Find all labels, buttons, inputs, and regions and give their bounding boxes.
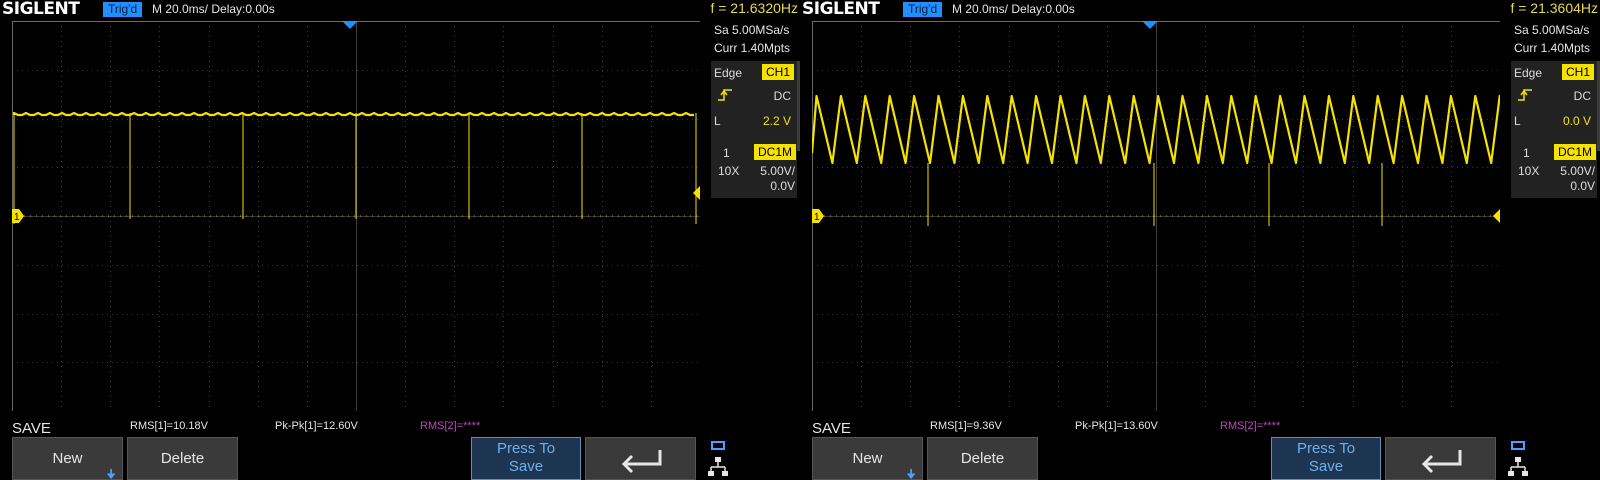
probe-attenuation: 10X <box>1518 164 1540 178</box>
delete-button[interactable]: Delete <box>127 437 238 480</box>
vertical-scale: 5.00V/ <box>760 164 795 178</box>
vertical-offset: 0.0V <box>770 179 795 193</box>
memory-depth: Curr 1.40Mpts <box>714 41 791 55</box>
press-to-save-line1: Press To <box>496 440 556 457</box>
brand-logo: SIGLENT <box>2 0 80 19</box>
trigger-coupling: DC <box>773 89 791 103</box>
trigger-level: 2.2 V <box>762 114 791 128</box>
measurement-rms2: RMS[2]=**** <box>1220 420 1281 432</box>
channel-panel[interactable]: 1 DC1M 10X 5.00V/ 0.0V <box>711 142 797 198</box>
graticule <box>812 21 1500 411</box>
return-button[interactable] <box>1385 437 1496 480</box>
new-button[interactable]: New 🠋 <box>812 437 923 480</box>
return-arrow-icon <box>621 450 661 474</box>
sample-rate: Sa 5.00MSa/s <box>714 23 790 37</box>
measurement-rms1: RMS[1]=10.18V <box>130 420 208 432</box>
new-button-label: New <box>852 450 883 467</box>
new-button-label: New <box>52 450 83 467</box>
trigger-level: 0.0 V <box>1562 114 1591 128</box>
press-to-save-line2: Save <box>1308 458 1344 475</box>
channel-coupling-badge: DC1M <box>753 144 796 160</box>
arrow-down-icon: 🠋 <box>106 467 116 480</box>
press-to-save-line2: Save <box>508 458 544 475</box>
trigger-coupling: DC <box>1573 89 1591 103</box>
timebase-readout: M 20.0ms/ Delay:0.00s <box>952 2 1075 16</box>
delete-button[interactable]: Delete <box>927 437 1038 480</box>
scope-left: SIGLENT Trig'd M 20.0ms/ Delay:0.00s f =… <box>0 0 800 480</box>
waveform-spikes <box>129 113 583 219</box>
press-to-save-button[interactable]: Press To Save <box>471 437 581 480</box>
trigger-status-badge: Trig'd <box>903 2 943 17</box>
channel-ground-label: 1 <box>14 212 20 223</box>
trigger-position-marker <box>1142 21 1158 29</box>
memory-depth: Curr 1.40Mpts <box>1514 41 1591 55</box>
timebase-readout: M 20.0ms/ Delay:0.00s <box>152 2 275 16</box>
rising-edge-icon <box>717 88 733 105</box>
arrow-down-icon: 🠋 <box>906 467 916 480</box>
press-to-save-button[interactable]: Press To Save <box>1271 437 1381 480</box>
trigger-source-badge: CH1 <box>761 64 794 80</box>
measurement-rms2: RMS[2]=**** <box>420 420 481 432</box>
measurement-pkpk1: Pk-Pk[1]=12.60V <box>275 420 358 432</box>
trigger-status-badge: Trig'd <box>103 2 143 17</box>
return-button[interactable] <box>585 437 696 480</box>
menu-title: SAVE <box>12 420 51 437</box>
new-button[interactable]: New 🠋 <box>12 437 123 480</box>
vertical-offset: 0.0V <box>1570 179 1595 193</box>
waveform-display: 1 <box>812 21 1500 411</box>
trigger-position-marker <box>342 21 358 29</box>
status-bar: SIGLENT Trig'd M 20.0ms/ Delay:0.00s f =… <box>800 0 1600 19</box>
channel-panel[interactable]: 1 DC1M 10X 5.00V/ 0.0V <box>1511 142 1597 198</box>
delete-button-label: Delete <box>160 450 205 467</box>
status-bar: SIGLENT Trig'd M 20.0ms/ Delay:0.00s f =… <box>0 0 800 19</box>
channel-number: 1 <box>723 146 730 160</box>
frequency-readout: f = 21.3604Hz <box>1510 0 1598 16</box>
scope-right: SIGLENT Trig'd M 20.0ms/ Delay:0.00s f =… <box>800 0 1600 480</box>
trigger-type: Edge <box>1514 66 1543 80</box>
rising-edge-icon <box>1517 88 1533 105</box>
right-info-panel: Sa 5.00MSa/s Curr 1.40Mpts Edge CH1 DC L… <box>711 21 800 198</box>
waveform-display: 1 <box>12 21 700 411</box>
trigger-panel[interactable]: Edge CH1 DC L 2.2 V <box>711 61 800 151</box>
press-to-save-line1: Press To <box>1296 440 1356 457</box>
network-icon <box>1508 441 1528 476</box>
channel-number: 1 <box>1523 146 1530 160</box>
channel-coupling-badge: DC1M <box>1553 144 1596 160</box>
channel1-waveform <box>812 94 1500 165</box>
channel-ground-label: 1 <box>814 212 820 223</box>
brand-logo: SIGLENT <box>802 0 880 19</box>
delete-button-label: Delete <box>960 450 1005 467</box>
menu-title: SAVE <box>812 420 851 437</box>
measurement-rms1: RMS[1]=9.36V <box>930 420 1002 432</box>
trigger-panel[interactable]: Edge CH1 DC L 0.0 V <box>1511 61 1600 151</box>
vertical-scale: 5.00V/ <box>1560 164 1595 178</box>
trigger-level-label: L <box>714 114 721 128</box>
network-icon <box>708 441 728 476</box>
trigger-source-badge: CH1 <box>1561 64 1594 80</box>
channel1-waveform <box>12 111 694 117</box>
trigger-level-marker <box>1493 209 1500 223</box>
return-arrow-icon <box>1421 450 1461 474</box>
right-info-panel: Sa 5.00MSa/s Curr 1.40Mpts Edge CH1 DC L… <box>1511 21 1600 198</box>
sample-rate: Sa 5.00MSa/s <box>1514 23 1590 37</box>
frequency-readout: f = 21.6320Hz <box>710 0 798 16</box>
trigger-level-label: L <box>1514 114 1521 128</box>
probe-attenuation: 10X <box>718 164 740 178</box>
trigger-type: Edge <box>714 66 743 80</box>
measurement-pkpk1: Pk-Pk[1]=13.60V <box>1075 420 1158 432</box>
